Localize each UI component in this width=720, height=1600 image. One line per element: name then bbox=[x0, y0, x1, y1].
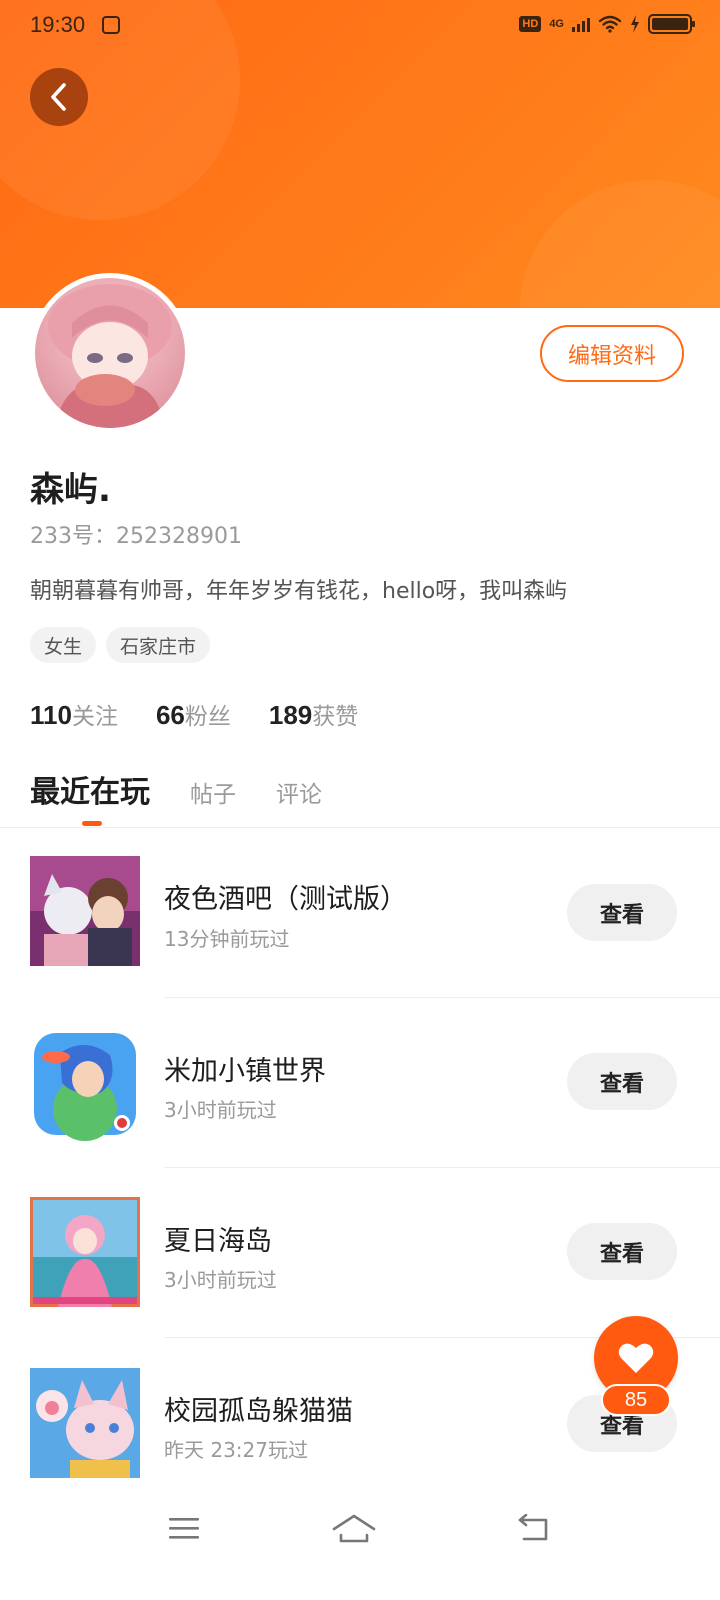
signal-icon bbox=[572, 16, 590, 32]
back-icon bbox=[518, 1514, 548, 1541]
profile-tags: 女生 石家庄市 bbox=[30, 627, 211, 663]
content-tabs: 最近在玩 帖子 评论 bbox=[30, 767, 322, 811]
game-list-item[interactable]: 夜色酒吧（测试版） 13分钟前玩过 查看 bbox=[0, 845, 720, 1015]
game-last-played: 昨天 23:27玩过 bbox=[164, 1438, 308, 1462]
game-title: 米加小镇世界 bbox=[164, 1056, 326, 1087]
tab-recently-played[interactable]: 最近在玩 bbox=[30, 767, 150, 811]
view-button[interactable]: 查看 bbox=[567, 884, 677, 941]
avatar-image bbox=[35, 278, 185, 428]
nickname: 森屿. bbox=[30, 470, 111, 510]
avatar[interactable] bbox=[30, 273, 190, 433]
menu-icon bbox=[169, 1518, 199, 1539]
game-title: 夏日海岛 bbox=[164, 1226, 272, 1257]
tag-gender: 女生 bbox=[30, 627, 97, 663]
game-last-played: 3小时前玩过 bbox=[164, 1268, 277, 1292]
likes-label: 获赞 bbox=[312, 704, 359, 730]
followers-label: 粉丝 bbox=[184, 704, 231, 730]
notification-app-icon bbox=[102, 16, 120, 34]
network-type: 4G bbox=[549, 18, 564, 30]
game-last-played: 3小时前玩过 bbox=[164, 1098, 277, 1122]
system-nav-bar bbox=[0, 1488, 720, 1600]
active-tab-indicator bbox=[82, 821, 102, 826]
like-count-badge: 85 bbox=[601, 1384, 671, 1416]
game-thumbnail bbox=[30, 856, 140, 966]
back-button[interactable] bbox=[30, 68, 88, 126]
status-time: 19:30 bbox=[30, 12, 86, 37]
stat-likes[interactable]: 189获赞 bbox=[269, 697, 358, 731]
divider bbox=[164, 1167, 720, 1168]
followers-count: 66 bbox=[155, 700, 185, 730]
following-label: 关注 bbox=[71, 704, 118, 730]
view-button[interactable]: 查看 bbox=[567, 1223, 677, 1280]
tab-comments[interactable]: 评论 bbox=[276, 775, 322, 809]
game-title: 校园孤岛躲猫猫 bbox=[164, 1396, 353, 1427]
nav-menu-button[interactable] bbox=[154, 1508, 214, 1548]
user-id: 233号：252328901 bbox=[30, 524, 242, 549]
status-indicators: HD 4G bbox=[519, 14, 695, 34]
likes-count: 189 bbox=[268, 700, 313, 730]
edit-profile-button[interactable]: 编辑资料 bbox=[540, 325, 684, 382]
home-icon bbox=[332, 1514, 376, 1543]
banner-decoration bbox=[520, 180, 720, 308]
stat-followers[interactable]: 66粉丝 bbox=[156, 697, 231, 731]
battery-icon bbox=[648, 14, 695, 34]
divider bbox=[0, 827, 720, 828]
wifi-icon bbox=[598, 15, 622, 33]
game-thumbnail bbox=[30, 1368, 140, 1478]
game-title: 夜色酒吧（测试版） bbox=[164, 884, 407, 915]
game-thumbnail bbox=[30, 1031, 140, 1141]
chevron-left-icon bbox=[51, 83, 66, 111]
status-bar: 19:30 HD 4G bbox=[0, 0, 720, 52]
divider bbox=[164, 997, 720, 998]
bio: 朝朝暮暮有帅哥，年年岁岁有钱花，hello呀，我叫森屿 bbox=[30, 579, 568, 604]
charging-icon bbox=[631, 15, 639, 33]
game-last-played: 13分钟前玩过 bbox=[164, 927, 290, 951]
tab-posts[interactable]: 帖子 bbox=[190, 775, 236, 809]
nav-back-button[interactable] bbox=[502, 1508, 562, 1548]
view-button[interactable]: 查看 bbox=[567, 1053, 677, 1110]
heart-icon bbox=[618, 1343, 654, 1373]
tag-city: 石家庄市 bbox=[106, 627, 211, 663]
stats-row: 110关注 66粉丝 189获赞 bbox=[30, 697, 358, 731]
hd-badge: HD bbox=[519, 16, 542, 32]
following-count: 110 bbox=[30, 700, 72, 730]
nav-home-button[interactable] bbox=[324, 1508, 384, 1548]
stat-following[interactable]: 110关注 bbox=[30, 697, 118, 731]
game-thumbnail bbox=[30, 1197, 140, 1307]
game-list-item[interactable]: 米加小镇世界 3小时前玩过 查看 bbox=[0, 1015, 720, 1185]
